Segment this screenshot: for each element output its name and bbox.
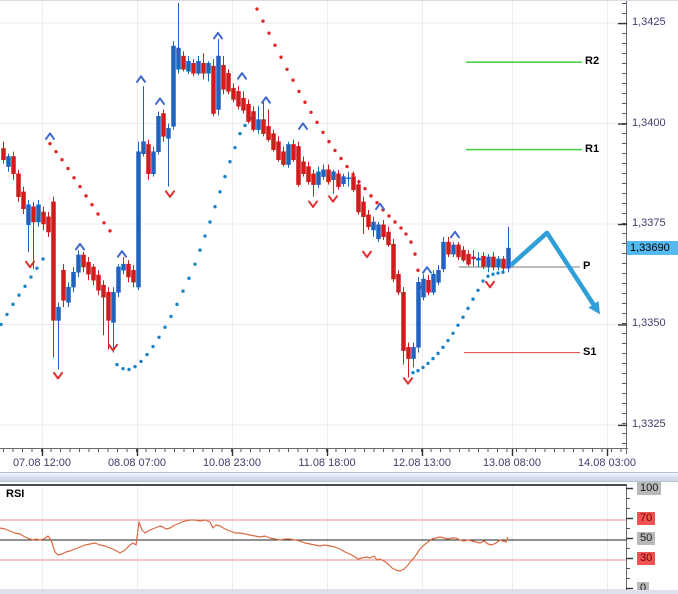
rsi-grid <box>42 486 608 591</box>
current-price-tag: 1,33690 <box>627 241 678 256</box>
rsi-chart[interactable] <box>0 486 626 591</box>
rsi-indicator-label: RSI <box>6 488 25 500</box>
time-axis-tick: 07.08 12:00 <box>12 457 72 469</box>
rsi-line <box>0 519 509 572</box>
forecast-arrow <box>509 230 600 315</box>
time-axis-tick: 08.08 07:00 <box>107 457 167 469</box>
horizontal-scrollbar[interactable] <box>0 472 678 482</box>
time-axis-tick: 10.08 23:00 <box>202 457 262 469</box>
rsi-scale-badge: 70 <box>637 512 656 525</box>
pivot-label-s1: S1 <box>583 345 597 358</box>
rsi-scale-badge: 50 <box>637 532 656 545</box>
candlestick-chart[interactable] <box>0 1 628 448</box>
time-axis-tick: 11.08 18:00 <box>298 457 356 469</box>
pivot-label-r2: R2 <box>585 55 600 68</box>
pivot-level-lines <box>459 61 582 354</box>
price-axis-tick: 1,3400 <box>632 116 666 129</box>
rsi-scale-badge: 100 <box>637 482 662 495</box>
price-axis-tick: 1,3425 <box>632 16 666 29</box>
price-axis-tick: 1,3375 <box>632 216 666 229</box>
candles-series <box>1 3 511 378</box>
main-chart-area[interactable]: R2 R1 P S1 <box>0 1 628 448</box>
time-axis-tick: 12.08 13:00 <box>392 457 452 469</box>
time-axis-tick: 14.08 03:00 <box>577 457 637 469</box>
rsi-scale-badge: 30 <box>637 552 656 565</box>
grid-lines <box>0 1 628 448</box>
time-axis-ticks <box>3 449 622 456</box>
price-axis-tick: 1,3350 <box>632 317 666 330</box>
signal-up-arrows <box>45 31 460 274</box>
trading-terminal: R2 R1 P S1 1,3425 1,3400 1,3375 1,3350 1… <box>0 0 678 594</box>
rsi-panel[interactable] <box>0 484 626 591</box>
bottom-edge-strip <box>0 590 678 594</box>
time-axis-tick: 13.08 08:00 <box>482 457 542 469</box>
pivot-label-p: P <box>583 259 591 272</box>
pivot-label-r1: R1 <box>585 142 600 155</box>
price-axis-tick: 1,3325 <box>632 417 666 430</box>
rsi-axis-ticks <box>626 487 633 590</box>
rsi-level-lines <box>0 519 626 591</box>
sar-dots-blue <box>0 116 505 375</box>
